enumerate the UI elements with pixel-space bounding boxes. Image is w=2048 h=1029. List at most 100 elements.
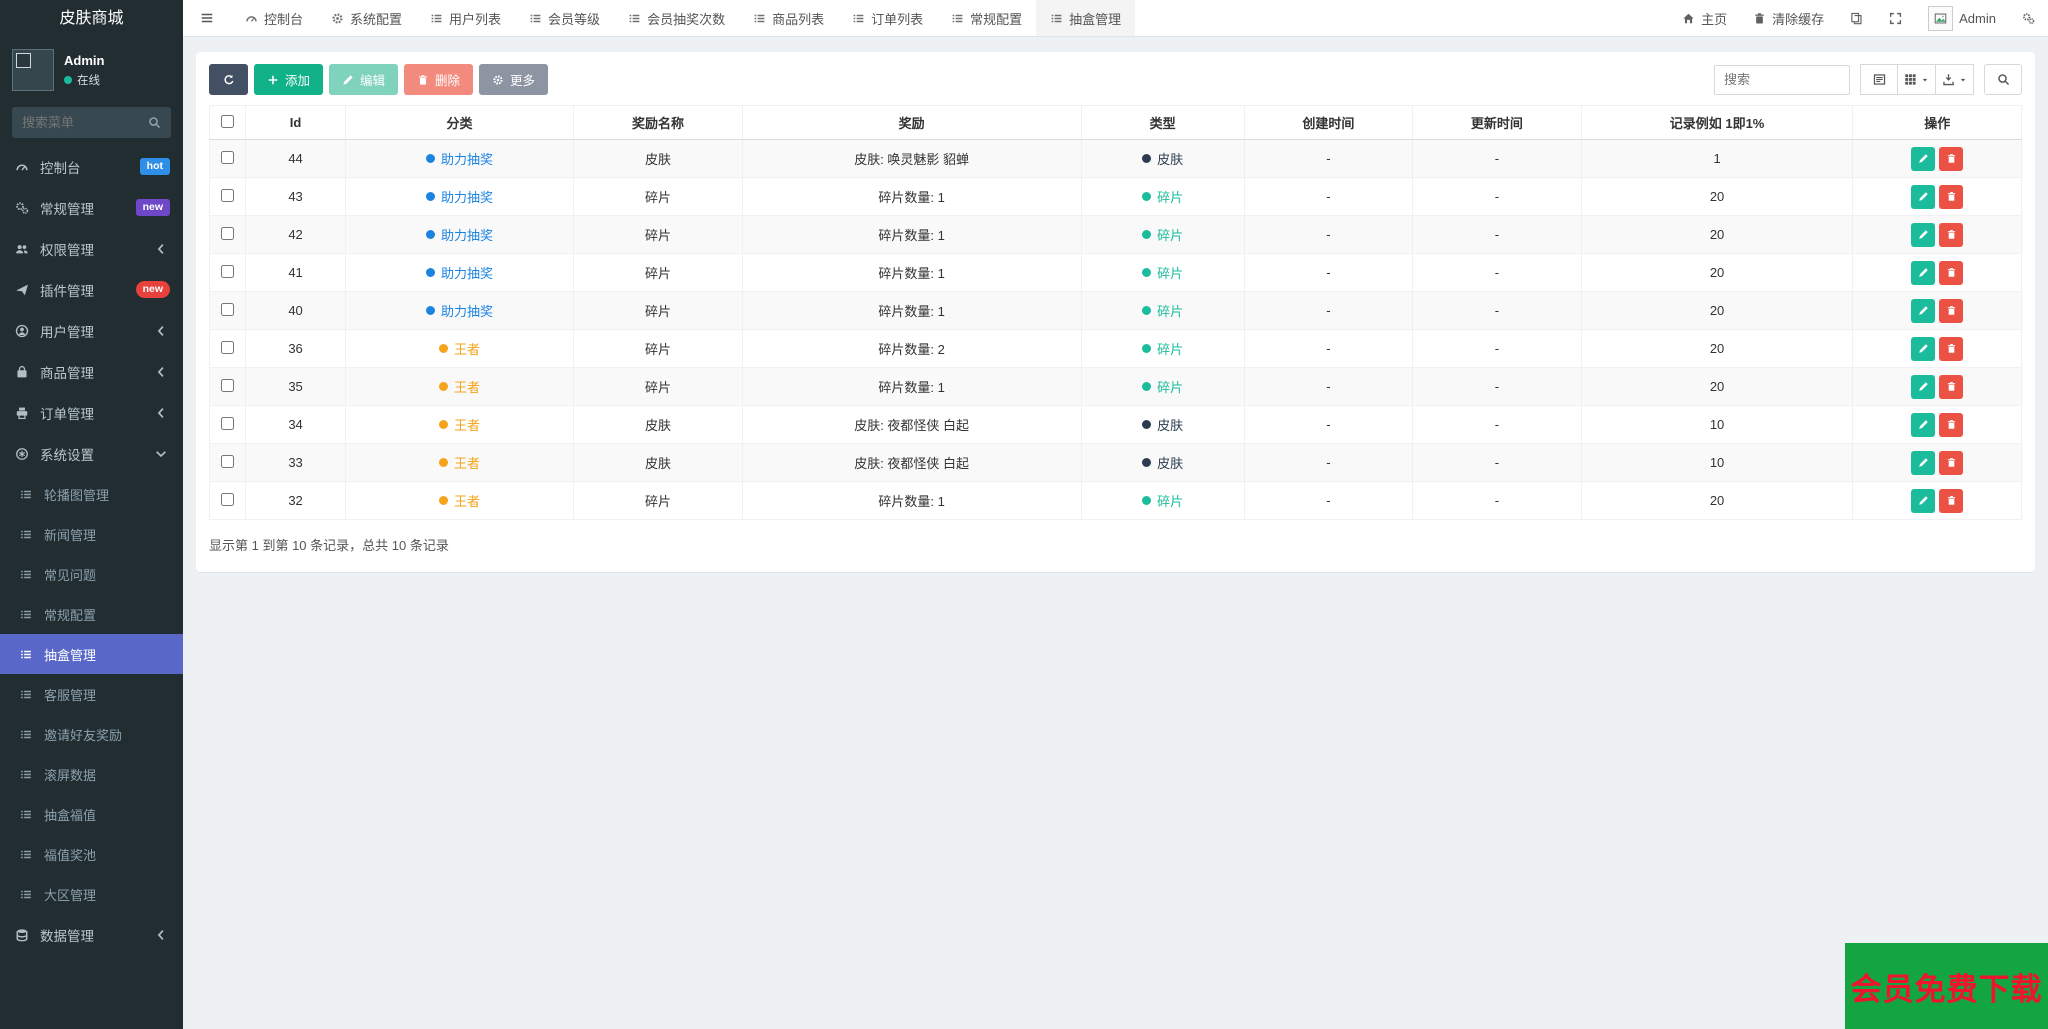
sidebar-item[interactable]: 系统设置 [0,433,183,474]
category-link[interactable]: 助力抽奖 [426,266,493,281]
fullscreen-button[interactable] [1876,0,1915,36]
row-delete-button[interactable] [1939,412,1964,437]
sidebar-subitem[interactable]: 常规配置 [0,594,183,634]
sidebar-subitem[interactable]: 邀请好友奖励 [0,714,183,754]
cell-actions [1852,481,2022,520]
row-delete-button[interactable] [1939,184,1964,209]
columns-button[interactable] [1898,64,1936,95]
sidebar-item[interactable]: 商品管理 [0,351,183,392]
nav-tab[interactable]: 用户列表 [416,0,515,36]
row-edit-button[interactable] [1911,184,1936,209]
row-delete-button[interactable] [1939,146,1964,171]
detail-view-button[interactable] [1860,64,1898,95]
row-edit-button[interactable] [1911,488,1936,513]
sidebar-item[interactable]: 权限管理 [0,228,183,269]
row-delete-button[interactable] [1939,222,1964,247]
delete-button[interactable]: 删除 [404,64,474,95]
sidebar-subitem[interactable]: 常见问题 [0,554,183,594]
sidebar-subitem[interactable]: 福值奖池 [0,834,183,874]
category-link[interactable]: 助力抽奖 [426,228,493,243]
search-icon[interactable] [148,116,161,129]
row-checkbox[interactable] [221,188,235,202]
sidebar-item[interactable]: 插件管理 new [0,269,183,310]
nav-tab[interactable]: 控制台 [231,0,317,36]
sidebar-item[interactable]: 常规管理 new [0,187,183,228]
category-link[interactable]: 助力抽奖 [426,190,493,205]
row-delete-button[interactable] [1939,488,1964,513]
row-edit-button[interactable] [1911,412,1936,437]
sidebar-toggle-button[interactable] [183,0,231,36]
clear-cache-link[interactable]: 清除缓存 [1740,0,1837,36]
cell-updated: - [1412,253,1582,292]
category-link[interactable]: 王者 [439,494,480,509]
columns-icon [1904,73,1917,86]
row-checkbox[interactable] [221,492,235,506]
nav-tab[interactable]: 常规配置 [937,0,1036,36]
category-link[interactable]: 王者 [439,342,480,357]
settings-button[interactable] [2009,0,2048,36]
category-link[interactable]: 王者 [439,456,480,471]
row-checkbox[interactable] [221,416,235,430]
nav-tab[interactable]: 商品列表 [739,0,838,36]
sidebar-search-input[interactable] [22,115,148,130]
category-link[interactable]: 王者 [439,418,480,433]
sidebar-subitem[interactable]: 新闻管理 [0,514,183,554]
cell-type: 碎片 [1080,329,1245,368]
row-edit-button[interactable] [1911,374,1936,399]
category-link[interactable]: 助力抽奖 [426,304,493,319]
sidebar-subitem[interactable]: 抽盒福值 [0,794,183,834]
nav-tab[interactable]: 系统配置 [317,0,416,36]
table-search-input[interactable] [1714,64,1850,95]
sidebar-subitem[interactable]: 客服管理 [0,674,183,714]
row-edit-button[interactable] [1911,222,1936,247]
row-delete-button[interactable] [1939,374,1964,399]
search-submit-button[interactable] [1984,64,2022,95]
row-delete-button[interactable] [1939,336,1964,361]
row-checkbox[interactable] [221,340,235,354]
row-checkbox[interactable] [221,302,235,316]
row-checkbox[interactable] [221,226,235,240]
row-delete-button[interactable] [1939,260,1964,285]
nav-tab[interactable]: 会员等级 [515,0,614,36]
row-edit-button[interactable] [1911,298,1936,323]
sidebar-subitem[interactable]: 抽盒管理 [0,634,183,674]
sidebar-item[interactable]: 控制台 hot [0,146,183,187]
category-link[interactable]: 助力抽奖 [426,152,493,167]
cell-record: 1 [1580,139,1854,178]
select-all-checkbox[interactable] [221,114,235,128]
cell-reward-name: 碎片 [573,177,743,216]
row-edit-button[interactable] [1911,260,1936,285]
row-delete-button[interactable] [1939,298,1964,323]
nav-tab[interactable]: 订单列表 [838,0,937,36]
cell-type: 碎片 [1080,215,1245,254]
sidebar-subitem[interactable]: 大区管理 [0,874,183,914]
cell-type: 碎片 [1080,253,1245,292]
copy-button[interactable] [1837,0,1876,36]
refresh-button[interactable] [209,64,248,95]
row-edit-button[interactable] [1911,146,1936,171]
sidebar-subitem[interactable]: 轮播图管理 [0,474,183,514]
category-dot-icon [439,496,449,505]
row-checkbox[interactable] [221,454,235,468]
sidebar-item[interactable]: 订单管理 [0,392,183,433]
row-checkbox[interactable] [221,378,235,392]
sidebar-item[interactable]: 数据管理 [0,914,183,955]
row-checkbox[interactable] [221,264,235,278]
category-link[interactable]: 王者 [439,380,480,395]
sidebar-item[interactable]: 用户管理 [0,310,183,351]
export-button[interactable] [1936,64,1974,95]
home-link[interactable]: 主页 [1669,0,1740,36]
row-edit-button[interactable] [1911,450,1936,475]
more-button[interactable]: 更多 [479,64,549,95]
gear-icon [492,74,504,86]
nav-tab[interactable]: 抽盒管理 [1036,0,1136,36]
row-checkbox[interactable] [221,150,235,164]
add-button[interactable]: 添加 [254,64,324,95]
sidebar-subitem[interactable]: 滚屏数据 [0,754,183,794]
table-row: 34 王者 皮肤 皮肤: 夜都怪侠 白起 皮肤 - -10 [208,405,2022,444]
row-delete-button[interactable] [1939,450,1964,475]
user-menu[interactable]: Admin [1915,0,2009,36]
nav-tab[interactable]: 会员抽奖次数 [614,0,739,36]
row-edit-button[interactable] [1911,336,1936,361]
edit-button[interactable]: 编辑 [329,64,399,95]
